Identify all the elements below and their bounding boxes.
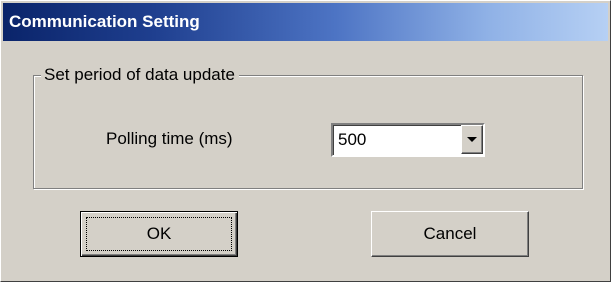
- communication-setting-dialog: Communication Setting Set period of data…: [0, 0, 611, 282]
- title-bar[interactable]: Communication Setting: [3, 3, 608, 41]
- groupbox-legend: Set period of data update: [41, 65, 239, 85]
- dropdown-button[interactable]: [461, 125, 483, 154]
- polling-time-select[interactable]: 500: [331, 123, 485, 157]
- ok-button-label: OK: [146, 224, 172, 243]
- cancel-button-label: Cancel: [423, 224, 477, 243]
- polling-time-label: Polling time (ms): [106, 129, 233, 148]
- window-title: Communication Setting: [9, 12, 200, 31]
- ok-button[interactable]: OK: [80, 211, 238, 257]
- polling-time-value: 500: [338, 130, 367, 149]
- cancel-button[interactable]: Cancel: [371, 211, 529, 257]
- chevron-down-icon: [467, 137, 477, 142]
